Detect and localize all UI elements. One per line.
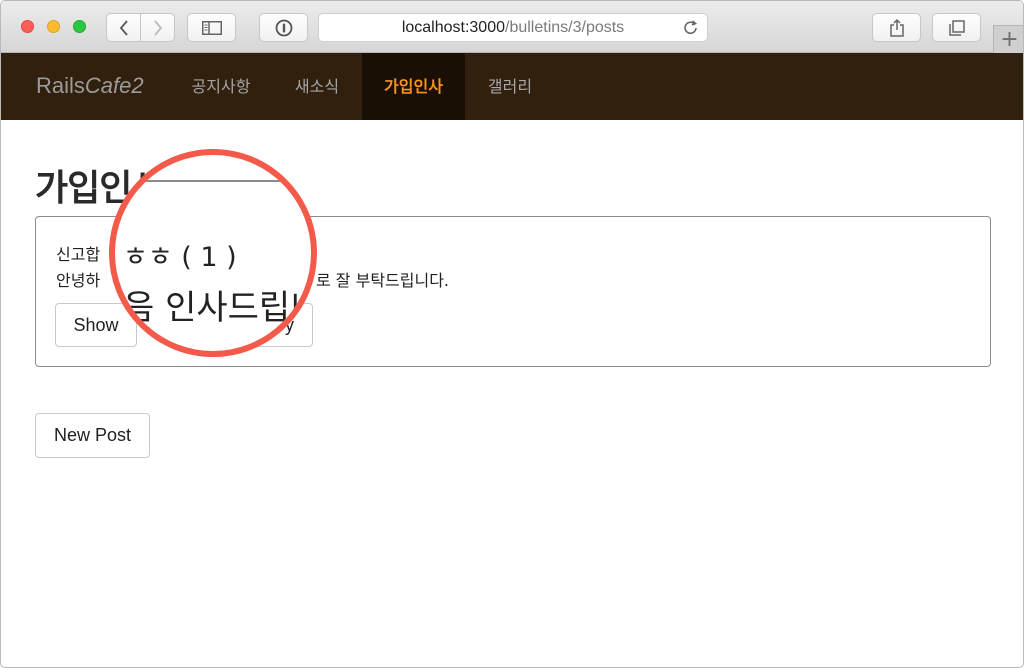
new-post-button[interactable]: New Post xyxy=(35,413,150,458)
nav-item-greetings[interactable]: 가입인사 xyxy=(362,53,465,120)
close-window-button[interactable] xyxy=(21,20,34,33)
back-button[interactable] xyxy=(106,13,141,42)
post-body-start: 안녕하 xyxy=(56,271,101,290)
magnified-underline xyxy=(145,180,295,182)
reload-icon xyxy=(684,20,698,34)
url-text: localhost:3000/bulletins/3/posts xyxy=(401,18,625,36)
browser-window: localhost:3000/bulletins/3/posts + Rails… xyxy=(0,0,1024,668)
reload-button[interactable] xyxy=(683,19,699,40)
share-icon xyxy=(889,18,904,37)
magnified-post-body: 음 인사드립니 xyxy=(123,288,317,328)
brand-logo[interactable]: RailsCafe2 xyxy=(36,73,144,99)
chevron-right-icon xyxy=(153,19,162,36)
nav-item-gallery[interactable]: 갤러리 xyxy=(471,53,549,120)
nav-item-news[interactable]: 새소식 xyxy=(277,53,357,120)
sidebar-button[interactable] xyxy=(187,13,236,42)
password-button[interactable] xyxy=(259,13,308,42)
magnified-post-title: ㅎㅎ ( 1 ) xyxy=(123,242,237,273)
post-body-end: 로 잘 부탁드립니다. xyxy=(316,271,450,290)
minimize-window-button[interactable] xyxy=(47,20,60,33)
post-title[interactable]: 신고합 xyxy=(56,241,100,265)
share-button[interactable] xyxy=(872,13,921,42)
history-nav xyxy=(106,13,175,42)
key-icon xyxy=(275,19,292,36)
chevron-left-icon xyxy=(119,19,128,36)
zoom-window-button[interactable] xyxy=(73,20,86,33)
tabs-icon xyxy=(948,19,965,36)
nav-item-notices[interactable]: 공지사항 xyxy=(171,53,271,120)
new-tab-button[interactable]: + xyxy=(993,25,1023,53)
address-bar[interactable]: localhost:3000/bulletins/3/posts xyxy=(318,13,708,42)
forward-button[interactable] xyxy=(140,13,175,42)
plus-icon: + xyxy=(1000,27,1019,52)
app-navbar: RailsCafe2 공지사항 새소식 가입인사 갤러리 xyxy=(1,53,1023,120)
browser-toolbar: localhost:3000/bulletins/3/posts + xyxy=(1,1,1023,53)
magnifier-lens: ㅎㅎ ( 1 ) 음 인사드립니 xyxy=(109,149,317,357)
sidebar-icon xyxy=(201,20,222,35)
tabs-overview-button[interactable] xyxy=(932,13,981,42)
